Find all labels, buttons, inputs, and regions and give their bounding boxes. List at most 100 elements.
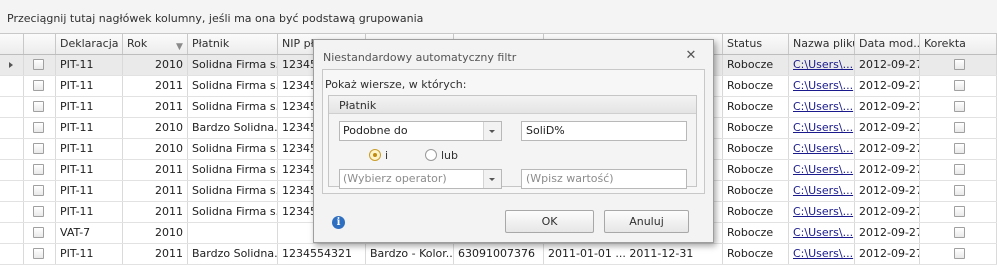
korekta-checkbox[interactable] (954, 143, 965, 154)
value1-text: SoliD% (526, 124, 565, 137)
platnik-cell: Solidna Firma s... (188, 160, 278, 180)
row-indicator[interactable] (0, 160, 24, 180)
select-row-checkbox[interactable] (33, 101, 44, 112)
korekta-checkbox[interactable] (954, 206, 965, 217)
file-name-link[interactable]: C:\Users\... (789, 76, 855, 96)
file-name-link[interactable]: C:\Users\... (789, 97, 855, 117)
korekta-cell (920, 55, 997, 75)
korekta-checkbox[interactable] (954, 227, 965, 238)
column-header-rok[interactable]: Rok ▼ (123, 34, 188, 54)
chevron-down-icon[interactable] (483, 122, 501, 140)
value2-input[interactable]: (Wpisz wartość) (521, 169, 687, 189)
operator1-value: Podobne do (343, 124, 408, 137)
select-row-checkbox[interactable] (33, 206, 44, 217)
select-row-checkbox[interactable] (33, 80, 44, 91)
deklaracja-cell: PIT-11 (56, 244, 123, 264)
row-indicator[interactable] (0, 223, 24, 243)
row-indicator[interactable] (0, 55, 24, 75)
select-cell (24, 181, 56, 201)
platnik-cell: Solidna Firma s... (188, 202, 278, 222)
platnik-cell: Solidna Firma s... (188, 181, 278, 201)
operator1-select[interactable]: Podobne do (339, 121, 502, 141)
select-cell (24, 118, 56, 138)
select-row-checkbox[interactable] (33, 248, 44, 259)
korekta-cell (920, 202, 997, 222)
value1-input[interactable]: SoliD% (521, 121, 687, 141)
info-icon[interactable]: i (332, 216, 345, 229)
platnik-cell: Solidna Firma s... (188, 97, 278, 117)
col7-cell: 2011-01-01 ... 2011-12-31 (544, 244, 723, 264)
row-indicator[interactable] (0, 139, 24, 159)
korekta-checkbox[interactable] (954, 164, 965, 175)
korekta-cell (920, 139, 997, 159)
dialog-title: Niestandardowy automatyczny filtr (323, 51, 517, 64)
rok-cell: 2010 (123, 223, 188, 243)
korekta-checkbox[interactable] (954, 248, 965, 259)
group-box-header: Płatnik (329, 96, 696, 114)
korekta-checkbox[interactable] (954, 185, 965, 196)
column-header-data-modyfikacji[interactable]: Data mod... (855, 34, 920, 54)
file-name-link[interactable]: C:\Users\... (789, 55, 855, 75)
korekta-checkbox[interactable] (954, 122, 965, 133)
column-header-korekta[interactable]: Korekta (920, 34, 997, 54)
column-header-platnik[interactable]: Płatnik (188, 34, 278, 54)
platnik-cell: Solidna Firma s... (188, 76, 278, 96)
file-name-link[interactable]: C:\Users\... (789, 181, 855, 201)
select-column-header[interactable] (24, 34, 56, 54)
column-header-deklaracja[interactable]: Deklaracja (56, 34, 123, 54)
korekta-checkbox[interactable] (954, 101, 965, 112)
or-radio-label[interactable]: lub (441, 149, 458, 162)
operator2-placeholder: (Wybierz operator) (343, 172, 447, 185)
filter-icon[interactable]: ▼ (176, 37, 183, 54)
close-icon[interactable]: ✕ (684, 49, 698, 63)
cancel-button[interactable]: Anuluj (604, 210, 689, 233)
or-radio[interactable] (425, 149, 437, 161)
select-cell (24, 244, 56, 264)
group-by-panel[interactable]: Przeciągnij tutaj nagłówek kolumny, jeśl… (0, 0, 997, 34)
select-row-checkbox[interactable] (33, 164, 44, 175)
file-name-link[interactable]: C:\Users\... (789, 244, 855, 264)
row-indicator[interactable] (0, 118, 24, 138)
rok-cell: 2011 (123, 76, 188, 96)
operator2-select[interactable]: (Wybierz operator) (339, 169, 502, 189)
platnik-cell: Bardzo Solidna... (188, 244, 278, 264)
rok-cell: 2011 (123, 181, 188, 201)
row-indicator[interactable] (0, 76, 24, 96)
row-indicator[interactable] (0, 181, 24, 201)
korekta-checkbox[interactable] (954, 59, 965, 70)
row-indicator-header (0, 34, 24, 54)
select-row-checkbox[interactable] (33, 143, 44, 154)
modified-date-cell: 2012-09-27 (855, 97, 920, 117)
select-row-checkbox[interactable] (33, 59, 44, 70)
column-header-status[interactable]: Status (723, 34, 789, 54)
column-header-rok-label: Rok (127, 37, 148, 50)
modified-date-cell: 2012-09-27 (855, 223, 920, 243)
korekta-checkbox[interactable] (954, 80, 965, 91)
group-by-hint: Przeciągnij tutaj nagłówek kolumny, jeśl… (7, 12, 424, 25)
col6-cell: 63091007376 (454, 244, 544, 264)
row-indicator[interactable] (0, 202, 24, 222)
nip-cell: 1234554321 (278, 244, 366, 264)
file-name-link[interactable]: C:\Users\... (789, 139, 855, 159)
chevron-down-icon[interactable] (483, 170, 501, 188)
row-indicator[interactable] (0, 244, 24, 264)
row-indicator[interactable] (0, 97, 24, 117)
select-row-checkbox[interactable] (33, 185, 44, 196)
and-radio-label[interactable]: i (385, 149, 388, 162)
column-header-nazwa-pliku[interactable]: Nazwa pliku (789, 34, 855, 54)
select-row-checkbox[interactable] (33, 122, 44, 133)
deklaracja-cell: PIT-11 (56, 118, 123, 138)
status-cell: Robocze (723, 244, 789, 264)
modified-date-cell: 2012-09-27 (855, 55, 920, 75)
select-row-checkbox[interactable] (33, 227, 44, 238)
deklaracja-cell: PIT-11 (56, 181, 123, 201)
file-name-link[interactable]: C:\Users\... (789, 202, 855, 222)
col5-cell: Bardzo - Kolor... (366, 244, 454, 264)
table-row[interactable]: PIT-11 2011 Bardzo Solidna... 1234554321 Bar… (0, 244, 997, 265)
and-radio[interactable] (369, 149, 381, 161)
ok-button[interactable]: OK (505, 210, 594, 233)
file-name-link[interactable]: C:\Users\... (789, 118, 855, 138)
file-name-link[interactable]: C:\Users\... (789, 160, 855, 180)
select-cell (24, 55, 56, 75)
file-name-link[interactable]: C:\Users\... (789, 223, 855, 243)
